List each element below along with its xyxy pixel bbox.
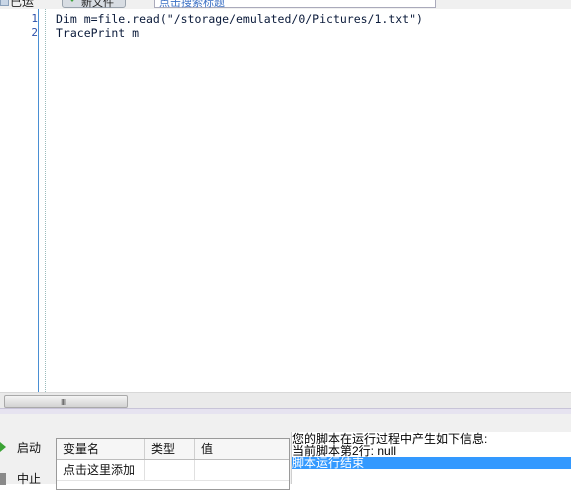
- search-text: 点击搜索标题: [159, 0, 225, 9]
- column-header-type[interactable]: 类型: [145, 439, 195, 459]
- variable-table: 变量名 类型 值 点击这里添加: [56, 438, 290, 490]
- code-editor[interactable]: 1 2 Dim m=file.read("/storage/emulated/0…: [0, 9, 571, 392]
- output-log[interactable]: 您的脚本在运行过程中产生如下信息: 当前脚本第2行: null 脚本运行结束: [291, 432, 571, 484]
- document-icon[interactable]: [0, 0, 9, 6]
- gutter-divider: [38, 9, 39, 392]
- start-button[interactable]: 启动: [0, 438, 50, 456]
- toolbar-label[interactable]: 已运: [10, 0, 34, 9]
- grip-icon: III: [61, 398, 66, 407]
- horizontal-scrollbar[interactable]: III: [0, 392, 571, 409]
- start-label: 启动: [17, 441, 42, 455]
- table-row[interactable]: 点击这里添加: [57, 460, 289, 481]
- play-icon: [0, 442, 6, 452]
- debug-panel: 启动 中止 变量名 类型 值 点击这里添加 您的脚本在运行过程中产生如下信息: …: [0, 414, 571, 490]
- fold-guide: [45, 9, 46, 392]
- variable-type-cell[interactable]: [145, 460, 195, 480]
- arrow-down-icon: [67, 0, 77, 2]
- variable-name-cell[interactable]: 点击这里添加: [57, 460, 145, 480]
- line-number: 2: [31, 26, 38, 39]
- code-line[interactable]: Dim m=file.read("/storage/emulated/0/Pic…: [56, 12, 423, 26]
- stop-icon: [0, 473, 6, 485]
- search-input[interactable]: 点击搜索标题: [154, 0, 436, 9]
- new-file-label: 新文件: [81, 0, 114, 9]
- output-line-selected: 脚本运行结束: [292, 457, 571, 469]
- stop-button[interactable]: 中止: [0, 469, 50, 487]
- variable-value-cell[interactable]: [195, 460, 289, 480]
- line-number: 1: [31, 12, 38, 25]
- line-number-gutter: 1 2: [0, 9, 38, 392]
- stop-label: 中止: [17, 472, 42, 486]
- scrollbar-thumb[interactable]: III: [4, 395, 128, 408]
- column-header-value[interactable]: 值: [195, 439, 289, 459]
- new-file-button[interactable]: 新文件: [62, 0, 126, 9]
- toolbar: 已运 新文件 点击搜索标题: [0, 0, 571, 9]
- code-line[interactable]: TracePrint m: [56, 26, 139, 40]
- column-header-name[interactable]: 变量名: [57, 439, 145, 459]
- table-header: 变量名 类型 值: [57, 439, 289, 460]
